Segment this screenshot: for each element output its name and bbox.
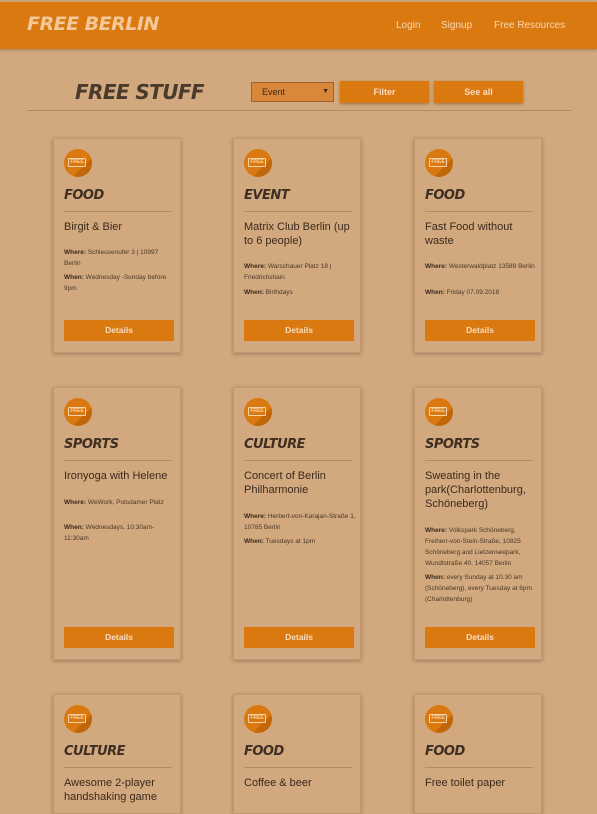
card: FREE FOOD Fast Food without waste Where:… [414, 138, 542, 353]
page-title: FREE STUFF [75, 80, 205, 104]
category-select[interactable]: Event ▼ [251, 82, 334, 102]
free-tag-icon: FREE [425, 705, 453, 733]
free-tag-icon: FREE [425, 149, 453, 177]
card-when: When: Friday 07.09.2018 [425, 289, 500, 296]
card-category: FOOD [244, 744, 284, 759]
card-divider [425, 767, 533, 768]
card-title: Concert of Berlin Philharmonie [244, 470, 326, 496]
card-divider [64, 211, 172, 212]
card-where: Where: WeWork, Potsdamer Platz [64, 499, 164, 506]
card-when: When: Birthdays [244, 289, 293, 296]
card-title: Birgit & Bier [64, 221, 123, 233]
card-when: When: Tuesdays at 1pm [244, 538, 316, 545]
card-category: SPORTS [425, 437, 480, 452]
card-where: Where: Westerwaldplatz 13589 Berlin [425, 263, 535, 270]
card: FREE SPORTS Ironyoga with Helene Where: … [53, 387, 181, 660]
card-when: When: Wednesday -Sunday before 9pm [64, 274, 167, 292]
card-divider [64, 460, 172, 461]
card-when: When: every Sunday at 10.30 am (Schönebe… [425, 574, 532, 603]
filter-button[interactable]: Filter [340, 81, 429, 103]
card: FREE FOOD Free toilet paper [414, 694, 542, 814]
details-button[interactable]: Details [64, 320, 174, 341]
card: FREE CULTURE Awesome 2-player handshakin… [53, 694, 181, 814]
card-title: Fast Food without waste [425, 221, 513, 247]
card-divider [244, 460, 352, 461]
card-title: Sweating in the park(Charlottenburg, Sch… [425, 470, 526, 510]
top-navbar: FREE BERLIN Login Signup Free Resources [0, 2, 597, 49]
card-divider [64, 767, 172, 768]
card: FREE FOOD Coffee & beer [233, 694, 361, 814]
see-all-button[interactable]: See all [434, 81, 523, 103]
free-tag-icon: FREE [64, 705, 92, 733]
card-category: EVENT [244, 188, 290, 203]
card-where: Where: Herbert-von-Karajan-Straße 1, 107… [244, 513, 356, 531]
free-tag-icon: FREE [64, 398, 92, 426]
card-where: Where: Volkspark Schöneberg, Freiherr-vo… [425, 527, 521, 567]
card-where: Where: Schleusenufer 3 | 10997 Berlin [64, 249, 159, 267]
category-select-value: Event [262, 87, 286, 97]
free-tag-icon: FREE [244, 398, 272, 426]
details-button[interactable]: Details [425, 320, 535, 341]
card-title: Coffee & beer [244, 777, 312, 789]
card-category: FOOD [425, 188, 465, 203]
free-tag-icon: FREE [244, 149, 272, 177]
brand-logo[interactable]: FREE BERLIN [27, 13, 159, 35]
details-button[interactable]: Details [425, 627, 535, 648]
card-divider [244, 211, 352, 212]
details-button[interactable]: Details [244, 627, 354, 648]
signup-link[interactable]: Signup [441, 20, 472, 31]
card-where: Where: Warschauer Platz 18 | Friedrichsh… [244, 263, 332, 281]
divider [27, 110, 571, 111]
card-title: Free toilet paper [425, 777, 506, 789]
card-category: FOOD [425, 744, 465, 759]
card-when: When: Wednesdays, 10:30am-11:30am [64, 524, 155, 542]
card-divider [425, 460, 533, 461]
details-button[interactable]: Details [64, 627, 174, 648]
card: FREE FOOD Birgit & Bier Where: Schleusen… [53, 138, 181, 353]
free-tag-icon: FREE [425, 398, 453, 426]
details-button[interactable]: Details [244, 320, 354, 341]
free-tag-icon: FREE [64, 149, 92, 177]
card-divider [244, 767, 352, 768]
card-category: FOOD [64, 188, 104, 203]
card: FREE SPORTS Sweating in the park(Charlot… [414, 387, 542, 660]
card-title: Ironyoga with Helene [64, 470, 168, 482]
card-title: Awesome 2-player handshaking game [64, 777, 157, 803]
free-tag-icon: FREE [244, 705, 272, 733]
free-resources-link[interactable]: Free Resources [494, 20, 565, 31]
chevron-down-icon: ▼ [322, 88, 329, 95]
card-category: CULTURE [64, 744, 126, 759]
card: FREE CULTURE Concert of Berlin Philharmo… [233, 387, 361, 660]
card-title: Matrix Club Berlin (up to 6 people) [244, 221, 350, 247]
card-divider [425, 211, 533, 212]
card-category: CULTURE [244, 437, 306, 452]
card-category: SPORTS [64, 437, 119, 452]
card: FREE EVENT Matrix Club Berlin (up to 6 p… [233, 138, 361, 353]
login-link[interactable]: Login [396, 20, 420, 31]
